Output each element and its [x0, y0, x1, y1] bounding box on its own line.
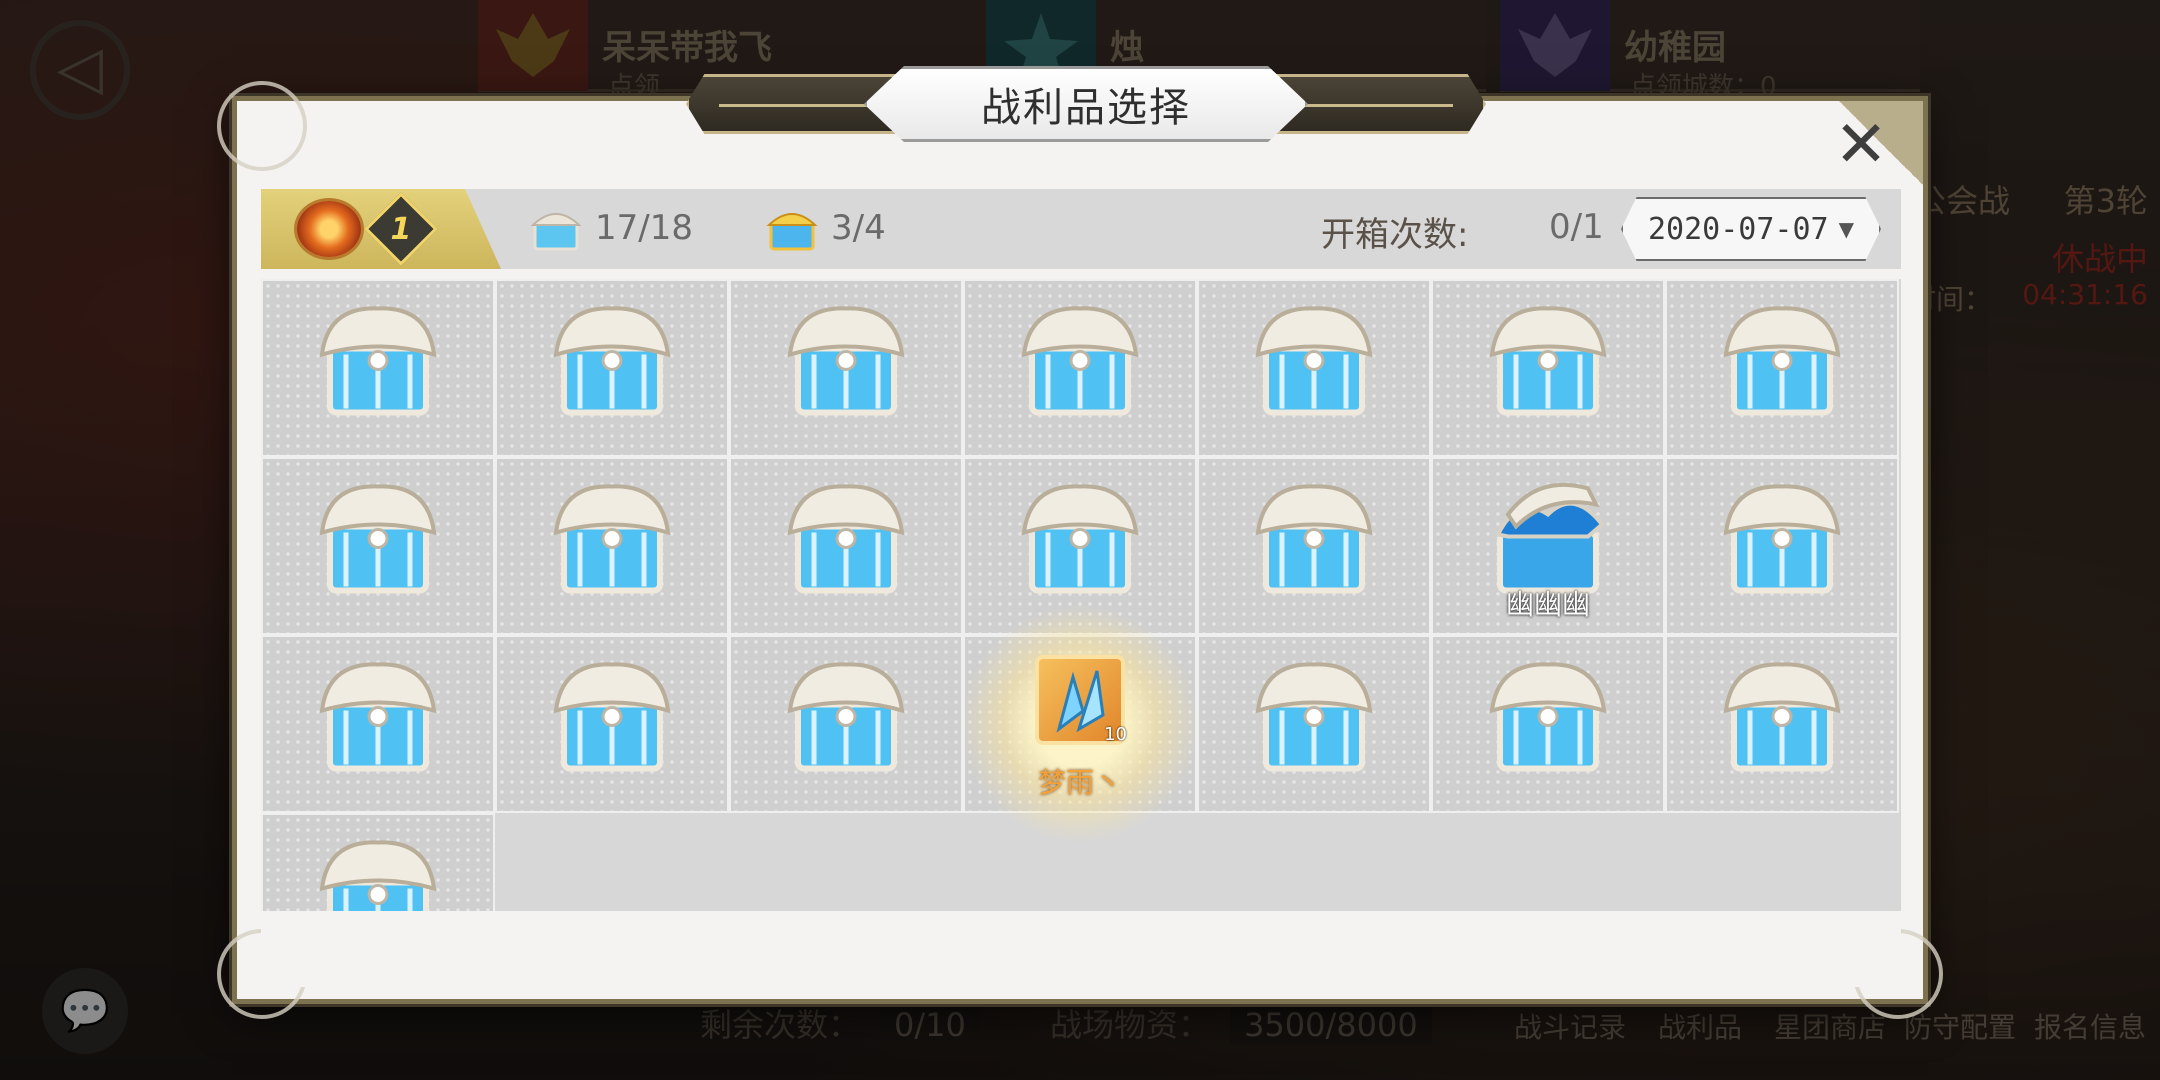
- chest-cell[interactable]: 幽幽幽: [1431, 457, 1665, 635]
- chest-cell[interactable]: [495, 457, 729, 635]
- treasure-chest-icon: [319, 840, 437, 911]
- chest-cell[interactable]: [1665, 457, 1899, 635]
- treasure-chest-icon: [1489, 306, 1607, 416]
- treasure-chest-icon: [553, 662, 671, 772]
- gold-chest-counter: 3/4: [765, 203, 886, 253]
- chest-cell[interactable]: [1665, 279, 1899, 457]
- dialog-title-bar: 战利品选择: [686, 66, 1486, 142]
- chest-grid-area: 幽幽幽 10 梦雨丶: [261, 279, 1901, 911]
- treasure-chest-icon: [787, 662, 905, 772]
- silver-chest-icon: [530, 213, 582, 251]
- normal-chest-counter: 17/18: [529, 203, 693, 253]
- treasure-chest-icon: [1255, 484, 1373, 594]
- chest-cell[interactable]: [729, 279, 963, 457]
- treasure-chest-icon: [1723, 306, 1841, 416]
- treasure-chest-icon: [1723, 662, 1841, 772]
- chest-cell[interactable]: [261, 635, 495, 813]
- loot-selection-dialog: ✕ 1 17/18 3/4 开箱次数: 0/1 2020-07-07 ▼ 幽幽幽…: [217, 81, 1943, 1019]
- treasure-chest-icon: [1255, 306, 1373, 416]
- treasure-chest-icon: [1021, 306, 1139, 416]
- rank-badge: 1: [364, 192, 438, 266]
- rank-tab: 1: [261, 189, 501, 269]
- chest-grid: 幽幽幽 10 梦雨丶: [261, 279, 1901, 911]
- chest-cell[interactable]: [1197, 635, 1431, 813]
- chest-cell[interactable]: [1197, 457, 1431, 635]
- chest-cell[interactable]: [729, 457, 963, 635]
- triangle-down-icon: ▼: [1838, 217, 1854, 241]
- treasure-chest-icon: [319, 306, 437, 416]
- date-select[interactable]: 2020-07-07 ▼: [1621, 197, 1881, 261]
- chest-cell[interactable]: [963, 279, 1197, 457]
- normal-chest-count: 17/18: [595, 208, 693, 248]
- treasure-chest-icon: [1021, 484, 1139, 594]
- chest-cell[interactable]: [1197, 279, 1431, 457]
- chest-cell[interactable]: [729, 635, 963, 813]
- treasure-chest-icon: [553, 306, 671, 416]
- chest-owner-label: 幽幽幽: [1505, 588, 1590, 621]
- chest-owner-label: 梦雨丶: [1037, 766, 1122, 799]
- gold-chest-count: 3/4: [831, 208, 886, 248]
- open-count-label: 开箱次数:: [1321, 215, 1469, 255]
- title-plate: 战利品选择: [864, 66, 1308, 142]
- loot-header: 1 17/18 3/4 开箱次数: 0/1 2020-07-07 ▼: [261, 189, 1901, 269]
- open-count-value: 0/1: [1549, 207, 1604, 247]
- close-button[interactable]: ✕: [1825, 109, 1897, 181]
- treasure-chest-icon: [787, 484, 905, 594]
- date-value: 2020-07-07: [1647, 211, 1829, 247]
- dialog-footer: [261, 917, 1901, 987]
- treasure-chest-icon: [787, 306, 905, 416]
- chest-cell[interactable]: [495, 279, 729, 457]
- treasure-chest-icon: [1723, 484, 1841, 594]
- close-icon: ✕: [1834, 108, 1888, 182]
- chest-cell[interactable]: [495, 635, 729, 813]
- chest-cell[interactable]: [261, 813, 495, 911]
- crystal-item-icon: 10: [1035, 655, 1127, 745]
- treasure-chest-icon: [319, 662, 437, 772]
- item-quantity: 10: [1104, 724, 1127, 745]
- corner-ornament: [217, 81, 307, 171]
- chest-cell[interactable]: [261, 279, 495, 457]
- phoenix-emblem-icon: [297, 201, 361, 257]
- treasure-chest-icon: [319, 484, 437, 594]
- chest-cell[interactable]: [1431, 635, 1665, 813]
- treasure-chest-icon: [1255, 662, 1373, 772]
- gold-chest-icon: [766, 213, 818, 251]
- chest-cell[interactable]: 10 梦雨丶: [960, 604, 1200, 844]
- treasure-chest-icon: [1489, 662, 1607, 772]
- treasure-chest-icon: [553, 484, 671, 594]
- chest-cell[interactable]: [1665, 635, 1899, 813]
- chest-cell[interactable]: [1431, 279, 1665, 457]
- chest-cell[interactable]: [261, 457, 495, 635]
- dialog-title: 战利品选择: [981, 85, 1191, 131]
- rank-number: 1: [390, 211, 412, 247]
